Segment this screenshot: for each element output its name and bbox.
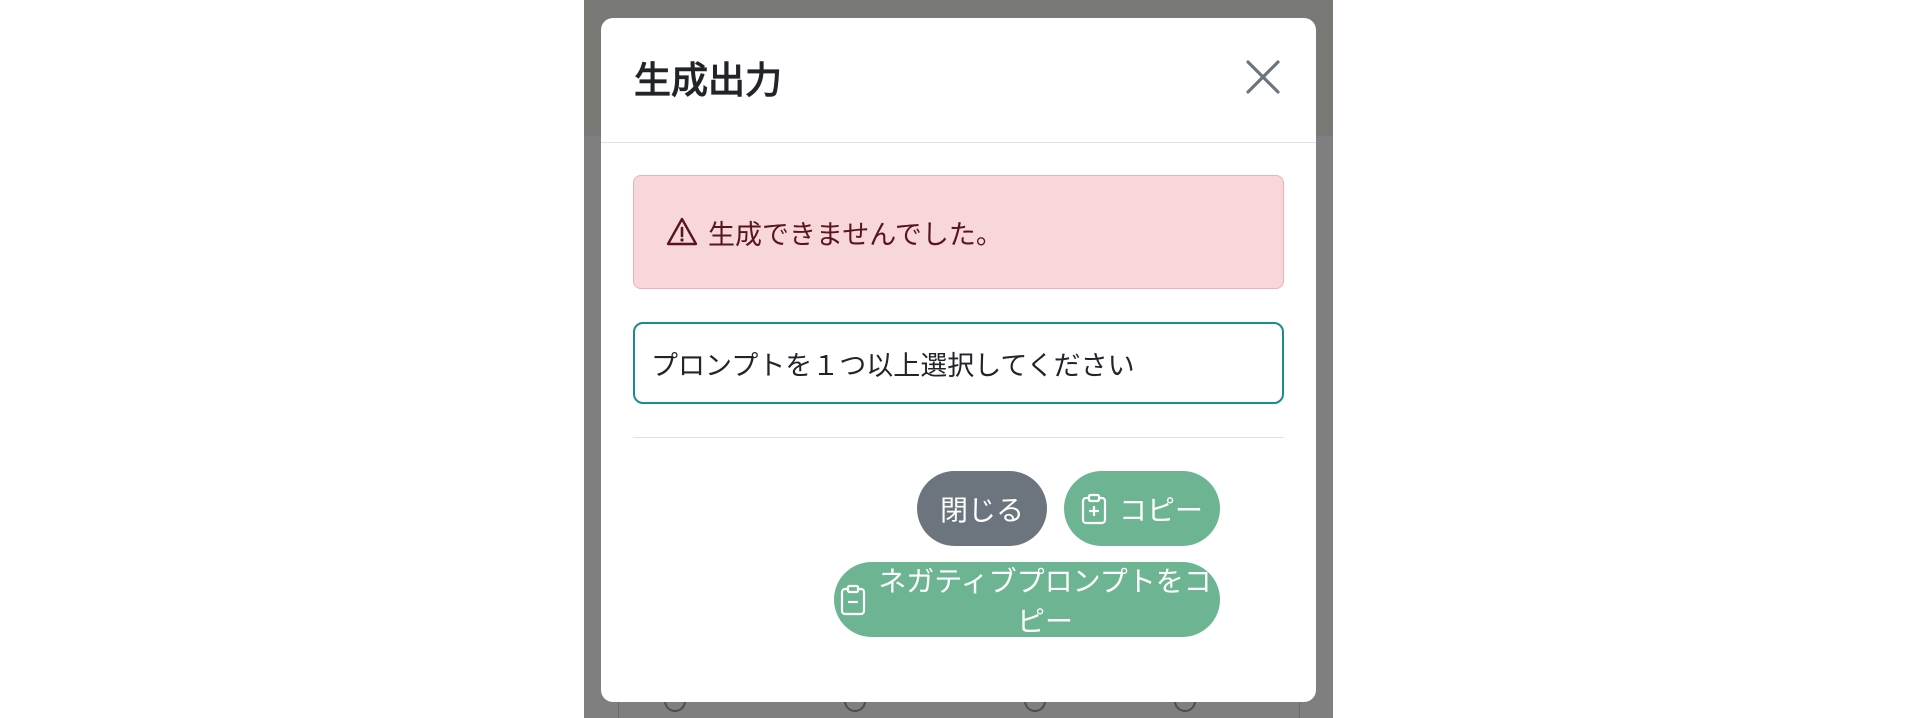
prompt-output-text: プロンプトを１つ以上選択してください <box>651 350 1135 382</box>
generate-output-modal: 生成出力 生成できませんでした。 プロンプトを１つ以上選択してください 閉じる … <box>601 18 1316 702</box>
clipboard-plus-icon <box>1081 492 1109 526</box>
copy-negative-button-label: ネガティブプロンプトをコピー <box>878 564 1212 638</box>
close-icon <box>1246 60 1280 94</box>
error-alert: 生成できませんでした。 <box>633 175 1284 289</box>
copy-negative-prompt-button[interactable]: ネガティブプロンプトをコピー <box>834 562 1220 638</box>
prompt-output-field[interactable]: プロンプトを１つ以上選択してください <box>633 322 1284 404</box>
modal-footer: 閉じる コピー ネガティブプロンプトをコピー <box>601 438 1316 648</box>
copy-button-label: コピー <box>1118 493 1203 527</box>
clipboard-minus-icon <box>840 583 866 617</box>
modal-header: 生成出力 <box>601 18 1316 143</box>
copy-button[interactable]: コピー <box>1064 471 1220 546</box>
close-modal-button[interactable]: 閉じる <box>917 471 1047 546</box>
modal-title: 生成出力 <box>634 59 782 102</box>
warning-triangle-icon <box>666 215 700 249</box>
modal-body: 生成できませんでした。 プロンプトを１つ以上選択してください <box>601 143 1316 438</box>
close-button[interactable] <box>1240 54 1286 100</box>
alert-message: 生成できませんでした。 <box>708 219 1003 251</box>
close-button-label: 閉じる <box>939 493 1024 527</box>
